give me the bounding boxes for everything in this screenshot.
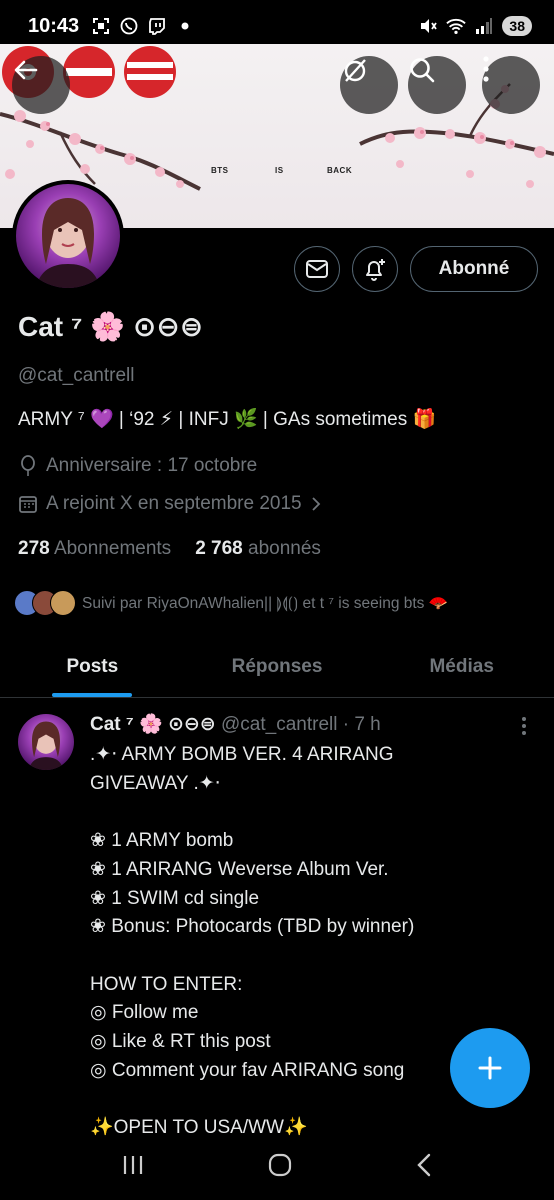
- search-icon: [410, 58, 435, 83]
- arrow-left-icon: [14, 60, 38, 80]
- more-vertical-icon: [522, 717, 526, 735]
- more-options-button[interactable]: [482, 56, 540, 114]
- profile-avatar[interactable]: [12, 180, 124, 292]
- following-count: 278: [18, 538, 50, 559]
- tab-replies-label: Réponses: [231, 655, 323, 677]
- signal-icon: [474, 16, 494, 36]
- mutual-avatars: [14, 590, 76, 616]
- wifi-icon: [446, 16, 467, 36]
- system-nav-bar: [0, 1135, 554, 1200]
- grok-icon: [344, 59, 366, 82]
- post-handle-time: @cat_cantrell · 7 h: [221, 714, 381, 735]
- joined-row[interactable]: A rejoint X en septembre 2015: [18, 493, 322, 515]
- envelope-icon: [306, 260, 328, 278]
- balloon-icon: [21, 455, 35, 476]
- profile-bio: ARMY ⁷ 💜 | ‘92 ⚡ | INFJ 🌿 | GAs sometime…: [18, 409, 437, 430]
- more-vertical-icon: [483, 56, 489, 82]
- system-icons: 38: [418, 16, 532, 36]
- home-icon: [268, 1153, 292, 1177]
- profile-tabs: Posts Réponses Médias: [0, 636, 554, 698]
- nav-back-button[interactable]: [414, 1152, 434, 1183]
- post-author-avatar[interactable]: [18, 714, 74, 770]
- mute-icon: [418, 16, 438, 36]
- back-chevron-icon: [416, 1153, 430, 1177]
- followed-by-text: Suivi par RiyaOnAWhalien|| ⟭⟬⟮⟯ et t ⁷ i…: [82, 594, 449, 612]
- notifications-button[interactable]: [352, 246, 398, 292]
- compose-post-button[interactable]: [450, 1028, 530, 1108]
- followers-label: abonnés: [248, 538, 321, 559]
- following-label: Abonnements: [53, 538, 172, 559]
- plus-icon: [478, 1056, 502, 1080]
- chevron-right-icon: [311, 497, 320, 511]
- tab-media[interactable]: Médias: [369, 636, 554, 697]
- message-button[interactable]: [294, 246, 340, 292]
- active-tab-indicator: [52, 693, 133, 697]
- bell-plus-icon: [366, 259, 385, 281]
- notification-icons: [91, 16, 195, 36]
- post-text: .✦⋅ ARMY BOMB VER. 4 ARIRANG GIVEAWAY .✦…: [90, 744, 415, 1139]
- whatsapp-icon: [119, 16, 139, 36]
- battery-indicator: 38: [502, 16, 532, 36]
- dot-icon: [175, 16, 195, 36]
- banner-label-1: BTS: [211, 166, 229, 175]
- back-button[interactable]: [12, 56, 70, 114]
- followers-link[interactable]: 2 768 abonnés: [195, 538, 321, 560]
- birthday-text: Anniversaire : 17 octobre: [46, 455, 258, 476]
- recents-icon: [124, 1156, 143, 1174]
- follow-counts: 278 Abonnements 2 768 abonnés: [18, 538, 321, 560]
- post-more-button[interactable]: [512, 714, 536, 738]
- twitch-icon: [147, 16, 167, 36]
- following-button[interactable]: Abonné: [410, 246, 538, 292]
- tab-replies[interactable]: Réponses: [185, 636, 370, 697]
- followers-count: 2 768: [195, 538, 243, 559]
- mutual-avatar-3: [50, 590, 76, 616]
- profile-name: Cat ⁷ 🌸 ⊙⊖⊜: [18, 311, 204, 342]
- following-link[interactable]: 278 Abonnements: [18, 538, 171, 560]
- calendar-icon: [19, 496, 37, 513]
- screenshot-icon: [91, 16, 111, 36]
- birthday-row: Anniversaire : 17 octobre: [18, 455, 257, 477]
- banner-label-3: BACK: [327, 166, 353, 175]
- post-header[interactable]: Cat ⁷ 🌸 ⊙⊖⊜ @cat_cantrell · 7 h: [90, 712, 381, 736]
- tab-media-label: Médias: [429, 655, 494, 677]
- profile-handle: @cat_cantrell: [18, 365, 135, 386]
- tab-posts-label: Posts: [66, 655, 119, 677]
- grok-button[interactable]: [340, 56, 398, 114]
- post-author-name: Cat ⁷ 🌸 ⊙⊖⊜: [90, 714, 216, 735]
- banner-label-2: IS: [275, 166, 284, 175]
- avatar-image: [16, 184, 120, 288]
- joined-text: A rejoint X en septembre 2015: [46, 493, 302, 514]
- tab-posts[interactable]: Posts: [0, 636, 185, 697]
- status-time: 10:43: [28, 14, 80, 37]
- followed-by-row[interactable]: Suivi par RiyaOnAWhalien|| ⟭⟬⟮⟯ et t ⁷ i…: [14, 590, 448, 616]
- recent-apps-button[interactable]: [120, 1153, 146, 1182]
- search-button[interactable]: [408, 56, 466, 114]
- home-button[interactable]: [267, 1152, 293, 1183]
